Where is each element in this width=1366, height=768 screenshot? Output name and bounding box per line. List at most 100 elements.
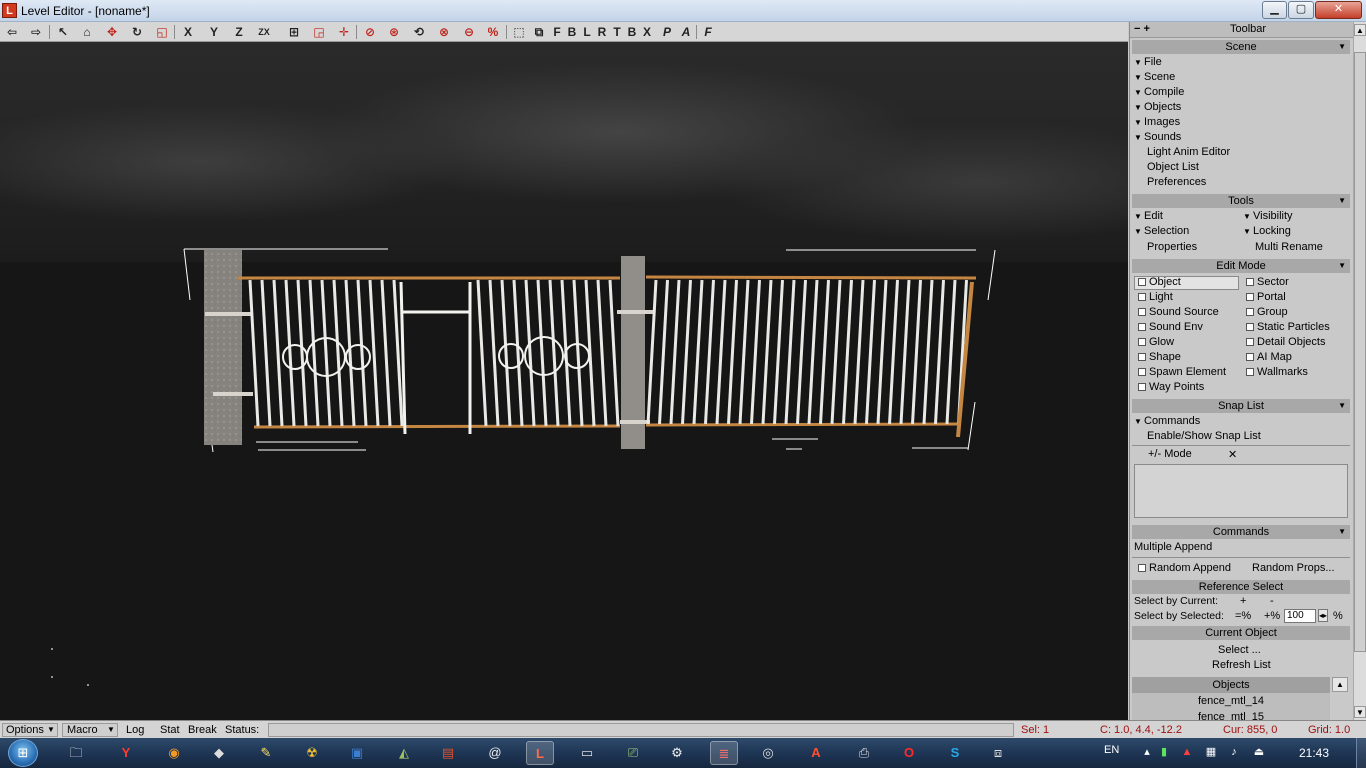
snap-grid-icon[interactable]: ⊞	[285, 24, 303, 40]
printer-icon[interactable]: ⎙	[850, 741, 878, 765]
menu-file[interactable]: ▼ File	[1134, 56, 1162, 68]
menu-preferences[interactable]: Preferences	[1147, 176, 1206, 188]
snap-vertex-icon[interactable]: ✛	[335, 24, 353, 40]
menu-compile[interactable]: ▼ Compile	[1134, 86, 1184, 98]
opera-icon[interactable]: O	[895, 741, 923, 765]
percent-input[interactable]: 100	[1284, 609, 1316, 623]
normal-align-icon[interactable]: ⊖	[460, 24, 478, 40]
window-app-icon[interactable]: ▭	[573, 741, 601, 765]
select-eq-pct-button[interactable]: =%	[1235, 610, 1251, 622]
list-scroll-up-icon[interactable]: ▲	[1332, 677, 1348, 692]
magnet-icon[interactable]: ⊘	[361, 24, 379, 40]
edit-mode-header[interactable]: Edit Mode ▼	[1132, 259, 1350, 273]
tools-selection[interactable]: ▼ Selection	[1134, 225, 1189, 237]
tools-properties-button[interactable]: Properties	[1147, 241, 1197, 253]
axis-y-button[interactable]: Y	[205, 24, 223, 40]
axis-x-button[interactable]: X	[179, 24, 197, 40]
radiation-icon[interactable]: ☢	[298, 741, 326, 765]
stalker-sdk-icon[interactable]: ◭	[390, 741, 418, 765]
zoom-extent-icon[interactable]: ⬚	[510, 24, 528, 40]
move-icon[interactable]: ✥	[103, 24, 121, 40]
log-button[interactable]: Log	[126, 723, 144, 737]
mode-shape[interactable]: Shape	[1138, 351, 1181, 363]
select-object-button[interactable]: Select ...	[1218, 644, 1261, 656]
scene-header[interactable]: Scene ▼	[1132, 40, 1350, 54]
close-button[interactable]: ✕	[1315, 1, 1362, 19]
tools-locking[interactable]: ▼ Locking	[1243, 225, 1291, 237]
zoom-selected-icon[interactable]: ⧉	[530, 24, 548, 40]
macro-dropdown-icon[interactable]: ▼	[107, 723, 115, 737]
skype-icon[interactable]: S	[941, 741, 969, 765]
minimize-button[interactable]: ▁	[1262, 1, 1287, 19]
add-object-icon[interactable]: ⌂	[78, 24, 96, 40]
list-item[interactable]: fence_mtl_14	[1132, 693, 1330, 709]
level-editor-task-icon[interactable]: L	[526, 741, 554, 765]
cube-app-icon[interactable]: ◆	[205, 741, 233, 765]
panel-collapse-icons[interactable]: − +	[1134, 23, 1150, 35]
enable-show-snap-list-button[interactable]: Enable/Show Snap List	[1147, 430, 1261, 442]
tray-usb-icon[interactable]: ⏏	[1252, 745, 1266, 759]
monitor-app-icon[interactable]: ⎚	[619, 741, 647, 765]
snap-mode-toggle[interactable]: +/- Mode	[1148, 448, 1192, 460]
camera-fly-icon[interactable]: F	[699, 24, 717, 40]
select-by-current-plus-button[interactable]: +	[1240, 595, 1246, 607]
start-button[interactable]: ⊞	[8, 739, 38, 767]
snap-object-icon[interactable]: ◲	[310, 24, 328, 40]
menu-sounds[interactable]: ▼ Sounds	[1134, 131, 1181, 143]
scroll-down-icon[interactable]: ▼	[1354, 706, 1366, 718]
tools-visibility[interactable]: ▼ Visibility	[1243, 210, 1293, 222]
select-plus-pct-button[interactable]: +%	[1264, 610, 1280, 622]
viewport-3d[interactable]	[0, 42, 1128, 720]
multiple-append-button[interactable]: Multiple Append	[1134, 541, 1212, 553]
mode-wallmarks[interactable]: Wallmarks	[1246, 366, 1308, 378]
camera-arcball-icon[interactable]: A	[677, 24, 695, 40]
undo-icon[interactable]: ⇦	[3, 24, 21, 40]
menu-light-anim-editor[interactable]: Light Anim Editor	[1147, 146, 1230, 158]
photo-app-icon[interactable]: ⧈	[984, 741, 1012, 765]
stat-button[interactable]: Stat	[160, 723, 180, 737]
panel-scrollbar[interactable]: ▲ ▼	[1353, 22, 1366, 720]
menu-images[interactable]: ▼ Images	[1134, 116, 1180, 128]
list-item[interactable]: fence_mtl_15	[1132, 709, 1330, 720]
scroll-up-icon[interactable]: ▲	[1354, 24, 1366, 36]
options-dropdown-icon[interactable]: ▼	[47, 723, 55, 737]
mode-static-particles[interactable]: Static Particles	[1246, 321, 1330, 333]
menu-object-list[interactable]: Object List	[1147, 161, 1199, 173]
mode-detail-objects[interactable]: Detail Objects	[1246, 336, 1325, 348]
mode-light[interactable]: Light	[1138, 291, 1173, 303]
percent-snap-icon[interactable]: %	[484, 24, 502, 40]
axis-z-button[interactable]: Z	[230, 24, 248, 40]
mode-sound-source[interactable]: Sound Source	[1138, 306, 1219, 318]
tools-header[interactable]: Tools ▼	[1132, 194, 1350, 208]
redo-icon[interactable]: ⇨	[27, 24, 45, 40]
snap-list-box[interactable]	[1134, 464, 1348, 518]
snap-commands[interactable]: ▼ Commands	[1134, 415, 1200, 427]
random-append-checkbox[interactable]: Random Append	[1138, 562, 1231, 574]
rotate-snap-icon[interactable]: ⟲	[410, 24, 428, 40]
rotate-icon[interactable]: ↻	[128, 24, 146, 40]
acrobat-icon[interactable]: A	[802, 741, 830, 765]
options-button[interactable]: Options	[6, 723, 44, 737]
save-disk-icon[interactable]: ▣	[343, 741, 371, 765]
percent-spinner-icon[interactable]: ◂▸	[1318, 609, 1328, 622]
tools-multi-rename-button[interactable]: Multi Rename	[1255, 241, 1323, 253]
show-desktop-button[interactable]	[1356, 738, 1366, 768]
spiral-app-icon[interactable]: @	[481, 741, 509, 765]
tray-arrow-icon[interactable]: ▴	[1140, 745, 1154, 759]
tray-warning-icon[interactable]: ▲	[1180, 745, 1194, 759]
select-arrow-icon[interactable]: ↖	[54, 24, 72, 40]
viewer-app-icon[interactable]: ◎	[754, 741, 782, 765]
mode-ai-map[interactable]: AI Map	[1246, 351, 1292, 363]
break-button[interactable]: Break	[188, 723, 217, 737]
axis-zx-button[interactable]: ZX	[255, 24, 273, 40]
mode-sector[interactable]: Sector	[1246, 276, 1289, 288]
scale-icon[interactable]: ◱	[153, 24, 171, 40]
notepad-icon[interactable]: ✎	[252, 741, 280, 765]
tray-network-icon[interactable]: ▦	[1204, 745, 1218, 759]
tool-app-icon[interactable]: ⚙	[663, 741, 691, 765]
fence-object[interactable]	[0, 42, 1128, 720]
magnet-move-icon[interactable]: ⊛	[385, 24, 403, 40]
macro-button[interactable]: Macro	[67, 723, 98, 737]
snap-list-header[interactable]: Snap List ▼	[1132, 399, 1350, 413]
mode-spawn-element[interactable]: Spawn Element	[1138, 366, 1226, 378]
